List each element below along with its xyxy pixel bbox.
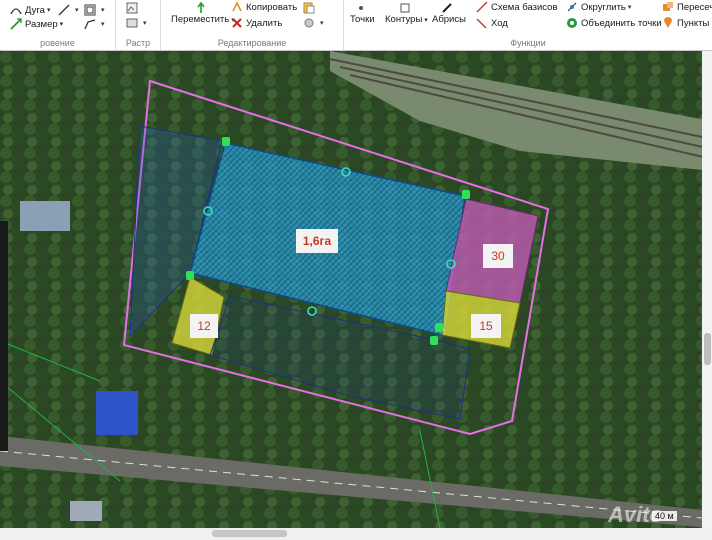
building [70,501,102,521]
merge-points-label: Объединить точки [581,17,662,29]
points-icon [358,6,363,10]
blue-roof-building [96,391,138,435]
line-tool-icon [58,4,70,16]
copy-label: Копировать [246,1,298,13]
horizontal-scroll-thumb[interactable] [212,530,287,537]
polyline-tool-icon [84,4,96,16]
contours-icon [400,3,410,13]
group-functions: Точки Контуры Абрисы Схема базисов Ход О… [344,0,712,50]
station-marker[interactable] [186,271,194,280]
scale-bar: 40 м [652,511,677,521]
map-canvas[interactable]: 1,6га 30 12 15 [0,51,712,540]
gear-icon [304,18,314,28]
curve-tool-button[interactable] [84,18,105,30]
curve-tool-icon [84,19,96,30]
group-title-edit: Редактирование [217,38,287,48]
plot-15-label: 15 [471,314,501,338]
group-draw: Дуга Размер ровение [0,0,116,50]
station-marker[interactable] [462,190,470,199]
group-edit: Переместить Копировать Удалить Редактиро… [161,0,344,50]
abris-icon [442,3,453,13]
dimension-icon [10,18,22,30]
intersect-icon [663,2,673,11]
arc-label: Дуга [25,4,45,16]
delete-label: Удалить [246,17,283,29]
merge-points-icon [567,18,577,28]
points-button[interactable]: Точки [350,2,375,25]
course-icon [476,18,487,29]
size-button[interactable]: Размер [10,18,63,30]
plot-30-label: 30 [483,244,513,268]
station-marker[interactable] [430,336,438,345]
move-button[interactable]: Переместить [171,2,235,25]
arc-icon [10,8,22,15]
points-label: Точки [350,14,375,25]
base-scheme-icon [476,1,488,13]
building [20,201,70,231]
size-label: Размер [25,18,58,30]
copy-icon [232,1,242,12]
vertical-scroll-thumb[interactable] [704,333,711,365]
intersect-button[interactable]: Пересеч [662,1,712,13]
contours-button[interactable]: Контуры [385,2,428,25]
abrisy-button[interactable]: Абрисы [432,2,466,25]
contours-label: Контуры [385,14,428,25]
paste-icon [303,2,315,14]
course-button[interactable]: Ход [476,17,508,29]
move-label: Переместить [171,14,235,25]
round-label: Округлить [581,1,626,13]
vertical-scrollbar[interactable] [702,51,712,528]
course-label: Ход [491,17,508,29]
line-tool-button[interactable] [58,4,79,16]
group-title-raster: Растр [125,38,151,48]
left-panel-edge [0,221,8,451]
layers-icon [126,18,138,28]
intersect-label: Пересеч [677,1,712,13]
horizontal-scrollbar[interactable] [0,528,712,540]
plot-12-label: 12 [190,314,218,338]
group-title-functions: Функции [510,38,546,48]
arc-button[interactable]: Дуга [10,4,50,16]
station-marker[interactable] [222,137,230,146]
satellite-map[interactable] [0,51,712,529]
points-s-button[interactable]: Пункты С [662,17,712,29]
copy-button[interactable]: Копировать [231,1,297,13]
raster-options-button[interactable] [126,17,147,29]
main-plot-label: 1,6га [296,229,338,253]
delete-button[interactable]: Удалить [231,17,282,29]
base-scheme-button[interactable]: Схема базисов [476,1,558,13]
station-marker[interactable] [435,323,443,332]
merge-points-button[interactable]: Объединить точки [566,17,662,29]
marker-icon [664,17,672,28]
round-icon [567,2,577,12]
polyline-tool-button[interactable] [84,4,105,16]
image-icon [126,2,138,14]
group-raster: Растр [116,0,161,50]
transform-button[interactable] [303,17,324,29]
points-s-label: Пункты С [677,17,712,29]
raster-load-button[interactable] [126,2,141,14]
move-arrow-icon [197,2,205,13]
paste-button[interactable] [303,2,318,14]
delete-icon [232,18,242,28]
ribbon-toolbar: Дуга Размер ровение Растр Переместить [0,0,712,51]
group-title-draw: ровение [40,38,75,48]
abrisy-label: Абрисы [432,14,466,25]
round-button[interactable]: Округлить [566,1,631,13]
base-scheme-label: Схема базисов [491,1,558,13]
